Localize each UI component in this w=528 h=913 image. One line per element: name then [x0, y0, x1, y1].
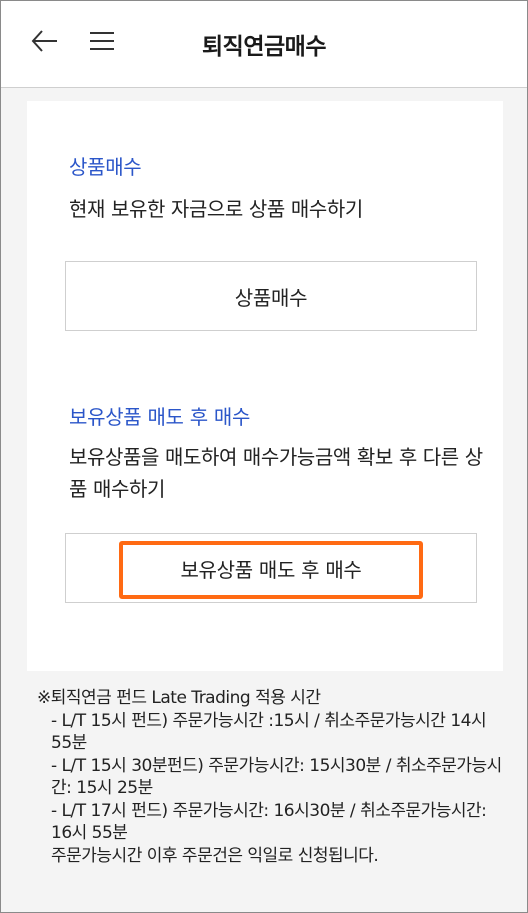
- page-title: 퇴직연금매수: [202, 34, 326, 60]
- notice-line: - L/T 15시 펀드) 주문가능시간 :15시 / 취소주문가능시간 14시…: [51, 710, 487, 754]
- notice-heading: ※퇴직연금 펀드 Late Trading 적용 시간: [37, 688, 321, 708]
- late-trading-notice: ※퇴직연금 펀드 Late Trading 적용 시간 - L/T 15시 펀드…: [37, 687, 507, 867]
- sell-then-buy-button[interactable]: 보유상품 매도 후 매수: [65, 533, 477, 603]
- notice-line: - L/T 17시 펀드) 주문가능시간: 16시30분 / 취소주문가능시간:…: [51, 800, 487, 844]
- sell-buy-section-description: 보유상품을 매도하여 매수가능금액 확보 후 다른 상품 매수하기: [69, 445, 483, 501]
- purchase-options-card: 상품매수 현재 보유한 자금으로 상품 매수하기 상품매수 보유상품 매도 후 …: [27, 101, 503, 671]
- buy-section-title: 상품매수: [69, 155, 142, 179]
- app-header: 퇴직연금매수: [1, 1, 527, 88]
- notice-line: - L/T 15시 30분펀드) 주문가능시간: 15시30분 / 취소주문가능…: [51, 755, 502, 799]
- sell-buy-section-title: 보유상품 매도 후 매수: [69, 405, 251, 429]
- buy-section-description: 현재 보유한 자금으로 상품 매수하기: [69, 197, 363, 221]
- notice-line: 주문가능시간 이후 주문건은 익일로 신청됩니다.: [51, 845, 379, 866]
- buy-product-button[interactable]: 상품매수: [65, 261, 477, 331]
